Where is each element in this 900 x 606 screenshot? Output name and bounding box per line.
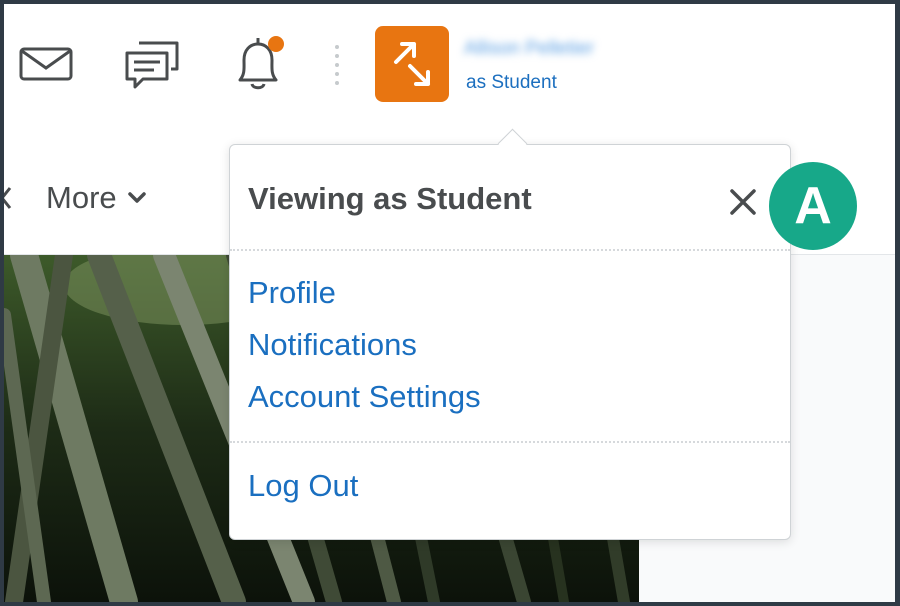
menu-item-notifications[interactable]: Notifications — [248, 327, 417, 363]
callout-marker: A — [769, 162, 857, 250]
menu-item-log-out[interactable]: Log Out — [248, 468, 358, 504]
header-divider — [335, 45, 339, 85]
more-label: More — [46, 180, 117, 215]
close-icon[interactable] — [726, 185, 760, 219]
role-switch-button[interactable] — [375, 26, 449, 102]
app-frame: Allison Pelletier as Student More Viewin… — [4, 4, 895, 602]
mail-button[interactable] — [16, 34, 76, 94]
top-header: Allison Pelletier as Student — [4, 4, 895, 145]
dropdown-title: Viewing as Student — [248, 181, 532, 216]
notification-badge — [268, 36, 284, 52]
notifications-button[interactable] — [228, 34, 288, 94]
role-label[interactable]: as Student — [466, 72, 557, 94]
bell-icon — [238, 36, 284, 90]
dropdown-divider — [230, 441, 790, 443]
chevron-down-icon — [127, 192, 146, 203]
user-menu-dropdown: Viewing as Student Profile Notifications… — [229, 128, 791, 540]
chat-icon — [125, 41, 179, 89]
menu-item-account-settings[interactable]: Account Settings — [248, 379, 481, 415]
menu-item-profile[interactable]: Profile — [248, 275, 336, 311]
mail-icon — [19, 47, 73, 81]
chevron-left-icon[interactable] — [4, 186, 12, 210]
role-switch-icon — [394, 42, 430, 86]
user-name[interactable]: Allison Pelletier — [464, 38, 640, 60]
more-menu-button[interactable]: More — [46, 180, 147, 216]
messages-button[interactable] — [122, 34, 182, 94]
dropdown-divider — [230, 249, 790, 251]
